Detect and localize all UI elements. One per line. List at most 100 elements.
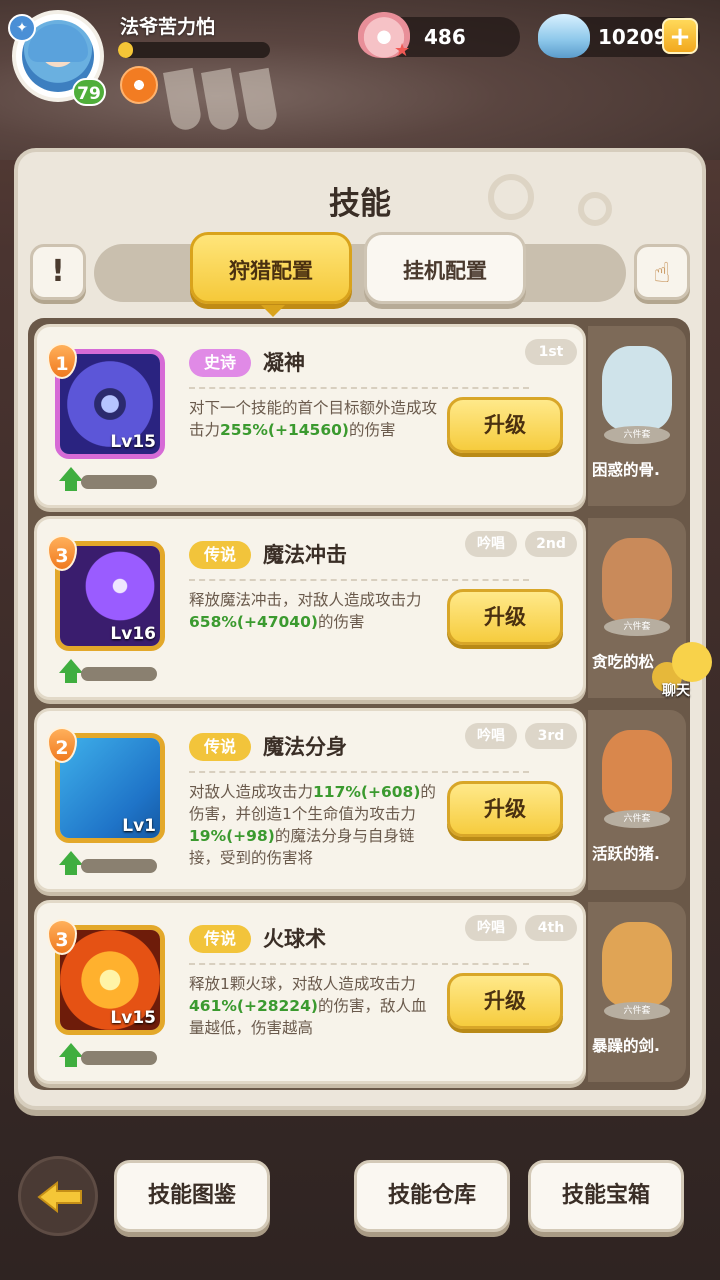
skill-level: Lv15 (110, 432, 156, 452)
skill-description: 对下一个技能的首个目标额外造成攻击力255%(+14560)的伤害 (189, 397, 439, 487)
upgrade-button[interactable]: 升级 (447, 397, 563, 453)
upgrade-arrow-icon (65, 1057, 77, 1067)
skill-codex-button[interactable]: 技能图鉴 (114, 1160, 270, 1232)
skill-progress-bar (81, 859, 157, 873)
exp-bar (118, 42, 270, 58)
companion-name: 暴躁的剑. (592, 1037, 660, 1055)
companion-figure (602, 922, 672, 1006)
upgrade-button[interactable]: 升级 (447, 973, 563, 1029)
skill-card[interactable]: Lv15 1 史诗 凝神 1st 对下一个技能的首个目标额外造成攻击力255%(… (34, 324, 586, 508)
info-button[interactable]: ! (30, 244, 86, 300)
skill-progress-bar (81, 667, 157, 681)
companion-base: 六件套 (604, 810, 670, 828)
skill-desc-text: 对敌人造成攻击力 (189, 783, 314, 801)
chat-button[interactable]: 聊天 (650, 642, 712, 704)
skill-description: 释放1颗火球，对敌人造成攻击力461%(+28224)的伤害，敌人血量越低，伤害… (189, 973, 439, 1063)
player-name: 法爷苦力怕 (120, 16, 216, 38)
tab-track (94, 244, 626, 302)
player-level-badge: 79 (72, 78, 106, 106)
skill-card[interactable]: Lv15 3 传说 火球术 吟唱 4th 释放1颗火球，对敌人造成攻击力461%… (34, 900, 586, 1084)
divider (189, 579, 529, 581)
rarity-badge: 传说 (189, 541, 251, 569)
upgrade-arrow-icon (59, 1043, 83, 1057)
decor-fang (239, 67, 279, 133)
divider (189, 771, 529, 773)
chant-tag: 吟唱 (465, 915, 517, 941)
rarity-badge: 传说 (189, 925, 251, 953)
skill-level: Lv15 (110, 1008, 156, 1028)
starfish-icon: ★ (394, 40, 411, 61)
skill-card[interactable]: Lv16 3 传说 魔法冲击 吟唱 2nd 释放魔法冲击，对敌人造成攻击力658… (34, 516, 586, 700)
skill-desc-text: 的伤害 (317, 613, 365, 631)
chant-tag: 吟唱 (465, 723, 517, 749)
upgrade-button[interactable]: 升级 (447, 589, 563, 645)
skill-progress-bar (81, 475, 157, 489)
rarity-badge: 传说 (189, 733, 251, 761)
gem-icon (538, 14, 590, 58)
companion-base: 六件套 (604, 618, 670, 636)
skill-value: 461%(+28224) (189, 997, 318, 1015)
upgrade-arrow-icon (59, 467, 83, 481)
skill-value: 255%(+14560) (220, 421, 349, 439)
skill-progress-bar (81, 1051, 157, 1065)
gem-count: 10209 (598, 25, 668, 49)
cast-order-tag: 3rd (525, 723, 577, 749)
skill-desc-text: 释放魔法冲击，对敌人造成攻击力 (189, 591, 422, 609)
hand-pointer-icon[interactable]: ☝ (634, 244, 690, 300)
cast-order-tag: 1st (525, 339, 577, 365)
cast-order-tag: 2nd (525, 531, 577, 557)
skill-description: 释放魔法冲击，对敌人造成攻击力 658%(+47040)的伤害 (189, 589, 439, 679)
divider (189, 387, 529, 389)
companion-name: 困惑的骨. (592, 461, 660, 479)
skill-name: 魔法冲击 (263, 543, 347, 567)
companion-slot[interactable]: 六件套 活跃的猪. (588, 710, 686, 890)
companion-base: 六件套 (604, 426, 670, 444)
skill-level: Lv16 (110, 624, 156, 644)
skill-level: Lv1 (122, 816, 156, 836)
companion-figure (602, 346, 672, 430)
skill-value: 117%(+608) (313, 783, 421, 801)
tab-hunting-config[interactable]: 狩猎配置 (190, 232, 352, 317)
back-button[interactable] (18, 1156, 98, 1236)
skill-desc-text: 释放1颗火球，对敌人造成攻击力 (189, 975, 416, 993)
companion-base: 六件套 (604, 1002, 670, 1020)
decor-fang (201, 67, 241, 133)
skill-name: 火球术 (263, 927, 326, 951)
companion-slot[interactable]: 六件套 困惑的骨. (588, 326, 686, 506)
upgrade-arrow-icon (59, 851, 83, 865)
back-arrow-icon (37, 1181, 82, 1213)
skill-desc-text: 的伤害 (348, 421, 396, 439)
buff-icon[interactable] (120, 66, 158, 104)
skill-value: 658%(+47040) (189, 613, 318, 631)
upgrade-arrow-icon (65, 481, 77, 491)
compass-icon: ✦ (8, 14, 36, 42)
exp-bar-fill (118, 42, 134, 58)
chat-label: 聊天 (662, 683, 690, 699)
divider (189, 963, 529, 965)
companion-set-label: 六件套 (623, 814, 651, 824)
skill-storage-button[interactable]: 技能仓库 (354, 1160, 510, 1232)
skill-chest-button[interactable]: 技能宝箱 (528, 1160, 684, 1232)
companion-set-label: 六件套 (623, 430, 651, 440)
skill-name: 魔法分身 (263, 735, 347, 759)
tab-idle-config[interactable]: 挂机配置 (364, 232, 526, 304)
companion-set-label: 六件套 (623, 622, 651, 632)
companion-slot[interactable]: 六件套 暴躁的剑. (588, 902, 686, 1082)
skill-description: 对敌人造成攻击力117%(+608)的伤害，并创造1个生命值为攻击力19%(+9… (189, 781, 439, 871)
panel-title: 技能 (329, 186, 391, 222)
upgrade-button[interactable]: 升级 (447, 781, 563, 837)
skill-card[interactable]: Lv1 2 传说 魔法分身 吟唱 3rd 对敌人造成攻击力117%(+608)的… (34, 708, 586, 892)
chat-face-icon (672, 642, 712, 682)
add-gems-button[interactable]: + (662, 18, 698, 54)
chant-tag: 吟唱 (465, 531, 517, 557)
rarity-badge: 史诗 (189, 349, 251, 377)
upgrade-arrow-icon (65, 865, 77, 875)
companion-figure (602, 538, 672, 622)
skill-name: 凝神 (263, 351, 305, 375)
decor-fang (163, 67, 203, 133)
companion-figure (602, 730, 672, 814)
companion-set-label: 六件套 (623, 1006, 651, 1016)
pearl-count: 486 (424, 25, 466, 49)
cast-order-tag: 4th (525, 915, 577, 941)
skill-value: 19%(+98) (189, 827, 275, 845)
